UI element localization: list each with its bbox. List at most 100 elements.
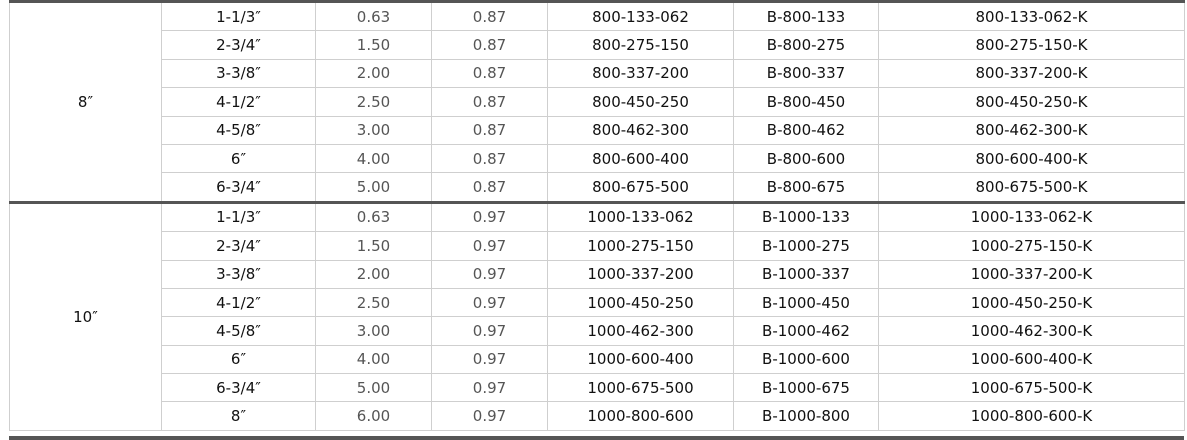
size-cell: 4-1/2″ [161, 287, 316, 318]
part-number-cell: 1000-675-500 [547, 373, 734, 403]
table-row: 3-3/8″ 2.00 0.87 800-337-200 B-800-337 800-33… [10, 58, 1185, 89]
size-cell: 6″ [161, 344, 316, 375]
table-row: 4-5/8″ 3.00 0.87 800-462-300 B-800-462 800-46… [10, 115, 1185, 145]
kit-part-cell: 1000-133-062-K [878, 200, 1185, 233]
kit-part-cell: 800-675-500-K [878, 172, 1185, 203]
kit-part-cell: 1000-800-600-K [878, 401, 1185, 431]
table-row: 6-3/4″ 5.00 0.87 800-675-500 B-800-675 800-67… [10, 172, 1185, 203]
length-cell: 2.50 [315, 87, 432, 117]
base-part-cell: B-800-275 [733, 30, 879, 60]
base-part-cell: B-1000-275 [733, 231, 879, 261]
base-part-cell: B-1000-800 [733, 401, 879, 431]
thickness-cell: 0.87 [431, 0, 548, 32]
kit-part-cell: 1000-600-400-K [878, 344, 1185, 375]
part-number-cell: 1000-462-300 [547, 316, 734, 346]
size-cell: 3-3/8″ [161, 259, 316, 289]
base-part-cell: B-1000-600 [733, 344, 879, 375]
part-number-cell: 1000-450-250 [547, 287, 734, 318]
table-row: 4-5/8″ 3.00 0.97 1000-462-300 B-1000-462 1000… [10, 316, 1185, 346]
group-label-cell: 10″ [9, 200, 162, 431]
size-cell: 4-1/2″ [161, 87, 316, 117]
part-number-cell: 800-133-062 [547, 0, 734, 32]
base-part-cell: B-800-450 [733, 87, 879, 117]
group-label-cell: 8″ [9, 0, 162, 203]
thickness-cell: 0.97 [431, 200, 548, 233]
part-number-cell: 800-600-400 [547, 143, 734, 174]
table-row: 4-1/2″ 2.50 0.87 800-450-250 B-800-450 800-45… [10, 87, 1185, 117]
part-number-cell: 800-450-250 [547, 87, 734, 117]
size-cell: 4-5/8″ [161, 115, 316, 145]
thickness-cell: 0.87 [431, 143, 548, 174]
thickness-cell: 0.87 [431, 58, 548, 89]
thickness-cell: 0.97 [431, 401, 548, 431]
kit-part-cell: 1000-337-200-K [878, 259, 1185, 289]
size-cell: 1-1/3″ [161, 200, 316, 233]
table-row: 4-1/2″ 2.50 0.97 1000-450-250 B-1000-450 1000… [10, 287, 1185, 318]
kit-part-cell: 800-133-062-K [878, 0, 1185, 32]
thickness-cell: 0.87 [431, 87, 548, 117]
length-cell: 4.00 [315, 344, 432, 375]
kit-part-cell: 800-450-250-K [878, 87, 1185, 117]
thickness-cell: 0.97 [431, 316, 548, 346]
table-row: 8″ 1-1/3″ 0.63 0.87 800-133-062 B-800-133 800-… [9, 0, 1185, 203]
part-number-cell: 800-275-150 [547, 30, 734, 60]
size-cell: 6″ [161, 143, 316, 174]
table-bottom-rule [9, 436, 1184, 440]
base-part-cell: B-1000-675 [733, 373, 879, 403]
spec-table-body: 8″ 1-1/3″ 0.63 0.87 800-133-062 B-800-133 800-… [9, 0, 1185, 431]
thickness-cell: 0.87 [431, 30, 548, 60]
size-cell: 1-1/3″ [161, 0, 316, 32]
thickness-cell: 0.97 [431, 231, 548, 261]
spec-table-frame: 8″ 1-1/3″ 0.63 0.87 800-133-062 B-800-133 800-… [9, 0, 1185, 440]
length-cell: 4.00 [315, 143, 432, 174]
kit-part-cell: 800-337-200-K [878, 58, 1185, 89]
length-cell: 3.00 [315, 316, 432, 346]
size-cell: 4-5/8″ [161, 316, 316, 346]
part-number-cell: 800-337-200 [547, 58, 734, 89]
base-part-cell: B-800-675 [733, 172, 879, 203]
size-cell: 2-3/4″ [161, 231, 316, 261]
base-part-cell: B-1000-337 [733, 259, 879, 289]
part-number-cell: 1000-275-150 [547, 231, 734, 261]
size-cell: 3-3/8″ [161, 58, 316, 89]
part-number-cell: 1000-133-062 [547, 200, 734, 233]
size-cell: 6-3/4″ [161, 373, 316, 403]
base-part-cell: B-1000-462 [733, 316, 879, 346]
length-cell: 3.00 [315, 115, 432, 145]
length-cell: 0.63 [315, 200, 432, 233]
length-cell: 2.00 [315, 58, 432, 89]
table-row: 3-3/8″ 2.00 0.97 1000-337-200 B-1000-337 1000… [10, 259, 1185, 289]
part-number-cell: 1000-337-200 [547, 259, 734, 289]
length-cell: 1.50 [315, 231, 432, 261]
table-row: 2-3/4″ 1.50 0.87 800-275-150 B-800-275 800-27… [10, 30, 1185, 60]
kit-part-cell: 800-600-400-K [878, 143, 1185, 174]
thickness-cell: 0.97 [431, 259, 548, 289]
table-row: 6-3/4″ 5.00 0.97 1000-675-500 B-1000-675 1000… [10, 373, 1185, 403]
table-row: 6″ 4.00 0.87 800-600-400 B-800-600 800-600-40… [10, 143, 1185, 174]
kit-part-cell: 1000-450-250-K [878, 287, 1185, 318]
size-cell: 6-3/4″ [161, 172, 316, 203]
size-cell: 2-3/4″ [161, 30, 316, 60]
thickness-cell: 0.97 [431, 344, 548, 375]
spec-table: 8″ 1-1/3″ 0.63 0.87 800-133-062 B-800-133 800-… [9, 0, 1185, 431]
thickness-cell: 0.87 [431, 115, 548, 145]
table-row: 6″ 4.00 0.97 1000-600-400 B-1000-600 1000-600… [10, 344, 1185, 375]
table-row: 2-3/4″ 1.50 0.97 1000-275-150 B-1000-275 1000… [10, 231, 1185, 261]
length-cell: 6.00 [315, 401, 432, 431]
base-part-cell: B-1000-450 [733, 287, 879, 318]
thickness-cell: 0.97 [431, 287, 548, 318]
base-part-cell: B-800-462 [733, 115, 879, 145]
part-number-cell: 1000-600-400 [547, 344, 734, 375]
part-number-cell: 1000-800-600 [547, 401, 734, 431]
length-cell: 5.00 [315, 373, 432, 403]
thickness-cell: 0.87 [431, 172, 548, 203]
kit-part-cell: 800-275-150-K [878, 30, 1185, 60]
table-row: 10″ 1-1/3″ 0.63 0.97 1000-133-062 B-1000-133 1… [9, 200, 1185, 431]
base-part-cell: B-800-600 [733, 143, 879, 174]
table-row: 8″ 6.00 0.97 1000-800-600 B-1000-800 1000-800… [10, 401, 1185, 431]
length-cell: 2.00 [315, 259, 432, 289]
kit-part-cell: 800-462-300-K [878, 115, 1185, 145]
kit-part-cell: 1000-462-300-K [878, 316, 1185, 346]
part-number-cell: 800-462-300 [547, 115, 734, 145]
part-number-cell: 800-675-500 [547, 172, 734, 203]
